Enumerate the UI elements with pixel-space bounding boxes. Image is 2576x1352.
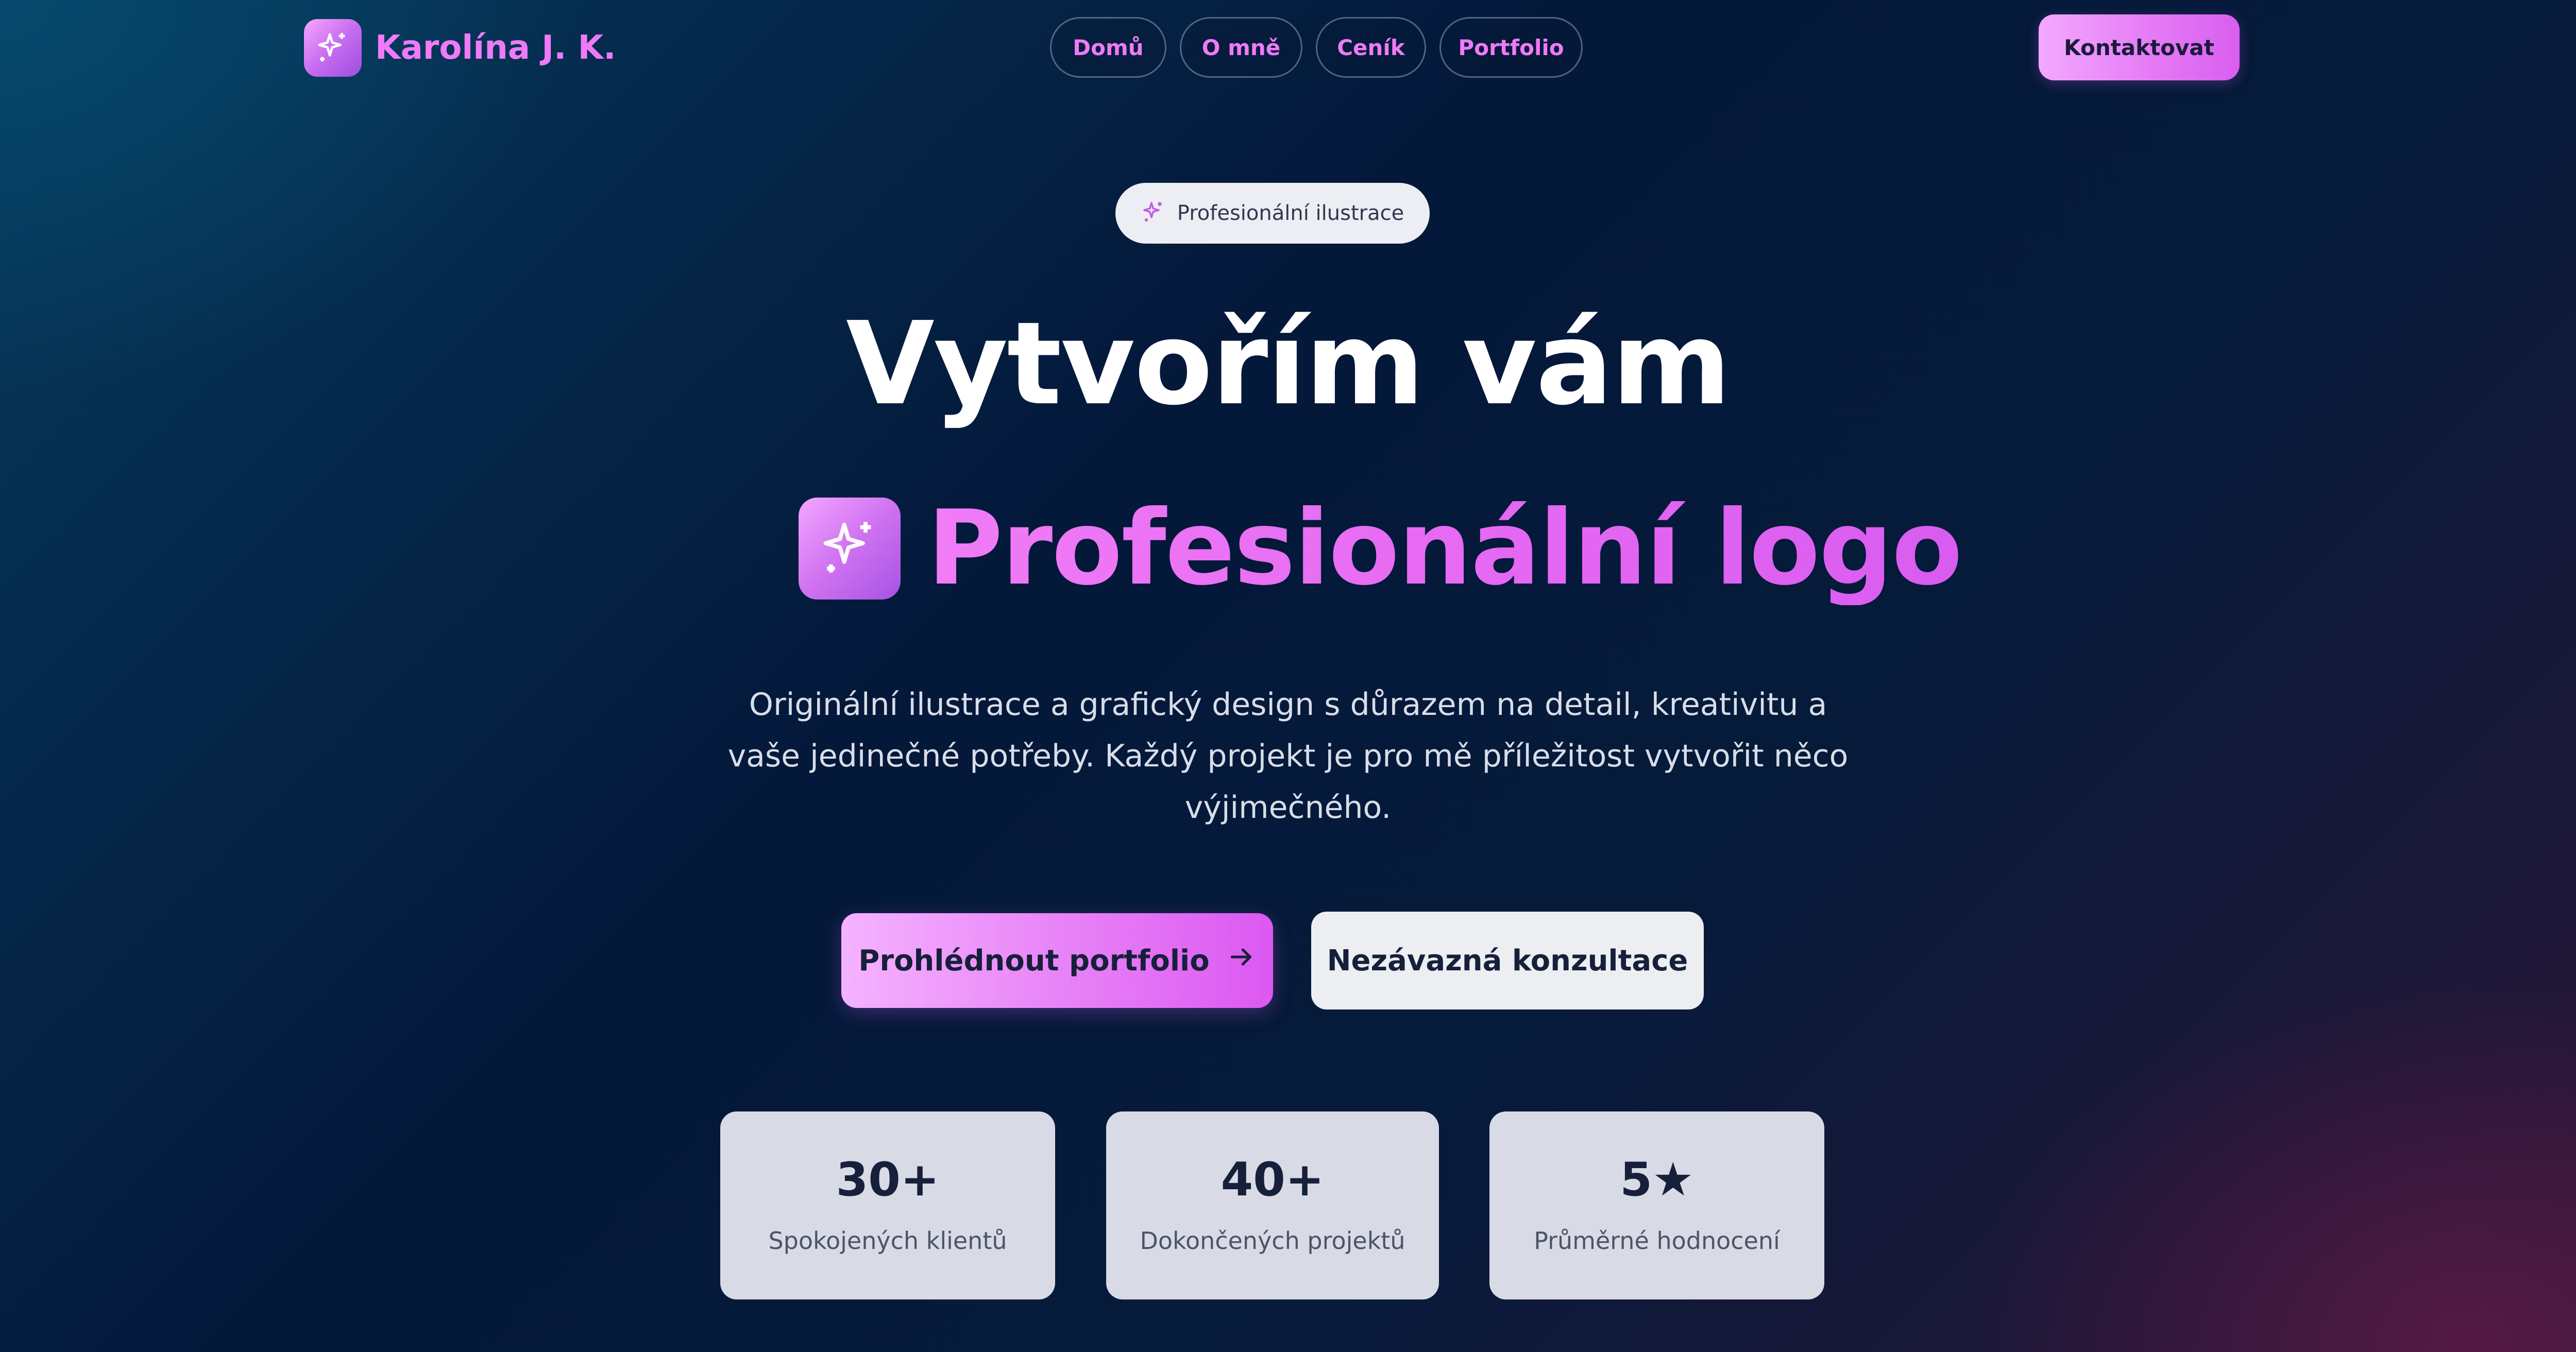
stat-card-rating: 5★ Průměrné hodnocení [1489,1111,1824,1299]
hero-headline-accent-row: Profesionální logo [799,488,1962,608]
hero-badge-label: Profesionální ilustrace [1177,201,1404,225]
stats-row: 30+ Spokojených klientů 40+ Dokončených … [0,1111,2576,1299]
hero-headline: Vytvořím vám [846,298,1731,431]
landing-page: Karolína J. K. Domů O mně Ceník Portfoli… [0,0,2576,1352]
nav-item-o-mne[interactable]: O mně [1180,17,1302,78]
arrow-right-icon [1227,943,1256,979]
hero-description: Originální ilustrace a grafický design s… [727,687,1849,826]
stat-card-clients: 30+ Spokojených klientů [720,1111,1055,1299]
sparkles-icon [799,498,901,600]
stat-label: Spokojených klientů [768,1226,1007,1255]
stat-value: 30+ [836,1152,940,1207]
main-nav: Domů O mně Ceník Portfolio [1050,17,1583,78]
nav-item-cenik[interactable]: Ceník [1316,17,1426,78]
stat-label: Průměrné hodnocení [1534,1226,1780,1255]
sparkles-icon [304,19,362,77]
sparkles-icon [1141,200,1166,227]
contact-button[interactable]: Kontaktovat [2039,14,2240,80]
nav-item-domu[interactable]: Domů [1050,17,1166,78]
stat-label: Dokončených projektů [1140,1226,1405,1255]
stat-card-projects: 40+ Dokončených projektů [1106,1111,1439,1299]
nav-item-portfolio[interactable]: Portfolio [1439,17,1583,78]
stat-value: 5★ [1620,1152,1694,1207]
view-portfolio-button[interactable]: Prohlédnout portfolio [841,913,1273,1008]
hero-badge: Profesionální ilustrace [1115,183,1430,244]
stat-value: 40+ [1221,1152,1325,1207]
brand-logo[interactable]: Karolína J. K. [304,19,616,77]
brand-name: Karolína J. K. [375,29,616,67]
view-portfolio-label: Prohlédnout portfolio [858,944,1210,978]
consultation-button[interactable]: Nezávazná konzultace [1311,912,1704,1009]
site-header: Karolína J. K. Domů O mně Ceník Portfoli… [0,0,2576,98]
hero-headline-accent: Profesionální logo [927,488,1962,608]
